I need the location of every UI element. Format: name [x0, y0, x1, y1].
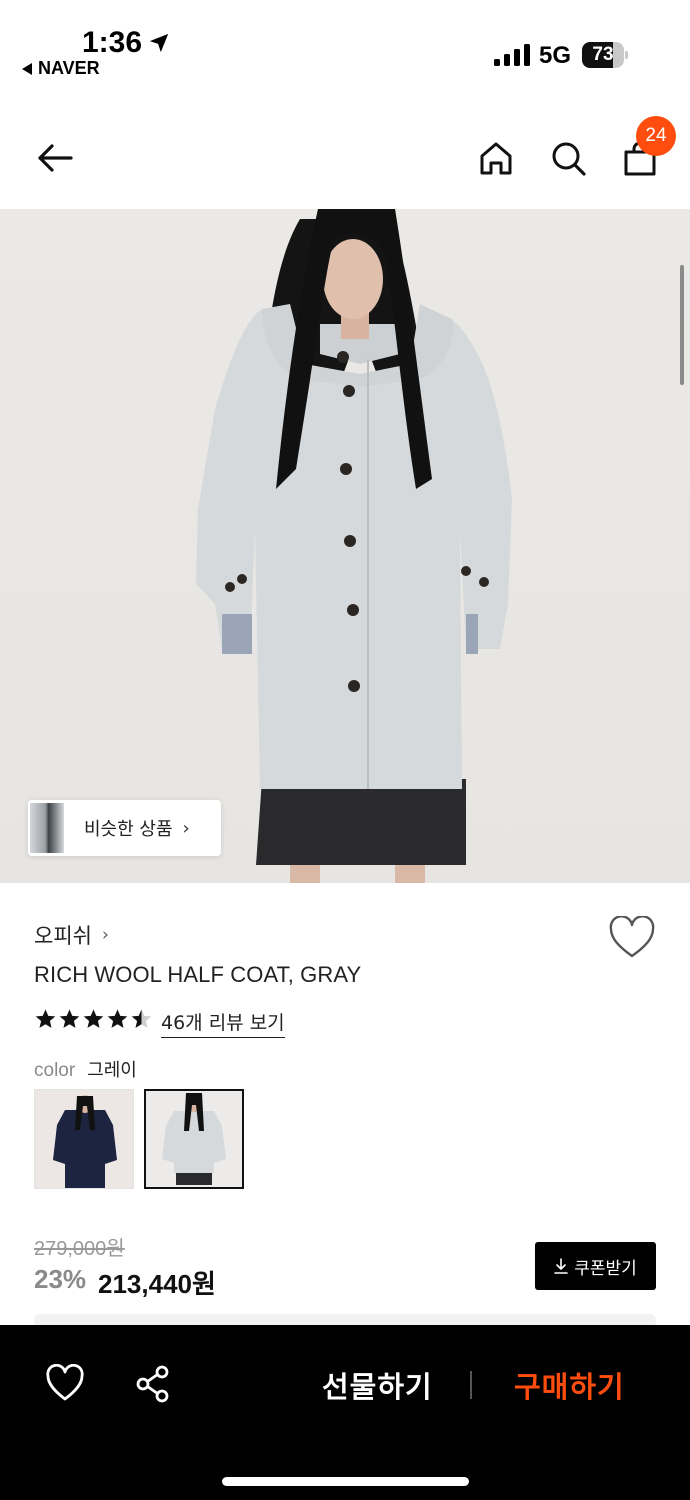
home-icon: [480, 142, 512, 175]
star-icon: [131, 1009, 152, 1028]
back-button[interactable]: [33, 136, 77, 180]
bottom-action-bar: [0, 1325, 690, 1500]
coupon-label: 쿠폰받기: [574, 1258, 637, 1279]
coupon-download-button[interactable]: 쿠폰받기: [535, 1242, 656, 1290]
wishlist-heart-icon[interactable]: [608, 916, 656, 960]
search-button[interactable]: [546, 136, 590, 180]
download-icon: [554, 1258, 569, 1274]
cart-count-badge: 24: [636, 116, 676, 156]
status-bar: 1:36 NAVER 5G 73: [0, 0, 690, 90]
image-scroll-indicator[interactable]: [680, 265, 684, 385]
back-app-label: NAVER: [38, 58, 100, 78]
similar-products-button[interactable]: 비슷한 상품 ›: [28, 800, 221, 856]
star-icon: [107, 1009, 128, 1028]
back-triangle-icon: [22, 62, 32, 75]
back-to-app-link[interactable]: NAVER: [22, 58, 100, 79]
status-time: 1:36: [82, 26, 143, 59]
similar-products-label: 비슷한 상품: [84, 819, 173, 840]
color-row: color 그레이: [34, 1056, 137, 1082]
battery-indicator: 73: [582, 42, 628, 68]
rating-stars: [34, 1008, 153, 1034]
star-icon: [59, 1009, 80, 1028]
brand-link[interactable]: 오피쉬 ›: [34, 920, 109, 950]
battery-level: 73: [592, 44, 614, 65]
original-price: 279,000원: [34, 1238, 125, 1260]
color-swatch-gray[interactable]: [144, 1089, 244, 1189]
home-indicator[interactable]: [222, 1477, 469, 1486]
similar-product-thumbnail: [30, 803, 64, 853]
heart-icon[interactable]: [45, 1364, 85, 1404]
buy-button[interactable]: 구매하기: [514, 1364, 625, 1406]
star-icon: [83, 1009, 104, 1028]
chevron-right-icon: ›: [182, 817, 190, 839]
bottom-bar-divider: [470, 1371, 472, 1399]
arrow-left-icon: [38, 144, 73, 172]
review-link[interactable]: 46개 리뷰 보기: [161, 1008, 285, 1038]
home-button[interactable]: [474, 136, 518, 180]
location-arrow-icon: [149, 33, 169, 53]
gift-button[interactable]: 선물하기: [322, 1364, 433, 1406]
product-image[interactable]: [0, 209, 690, 883]
model-coat-illustration: [196, 209, 512, 883]
chevron-right-icon: ›: [101, 925, 109, 945]
search-icon: [552, 142, 586, 176]
network-type: 5G: [539, 42, 572, 69]
discount-rate: 23%: [34, 1264, 87, 1294]
share-icon[interactable]: [133, 1364, 173, 1404]
product-name: RICH WOOL HALF COAT, GRAY: [34, 962, 362, 987]
signal-icon: [494, 44, 530, 66]
color-label: color: [34, 1060, 76, 1081]
brand-name: 오피쉬: [34, 924, 92, 948]
star-icon: [35, 1009, 56, 1028]
top-navigation: [0, 100, 690, 210]
sale-price: 213,440원: [98, 1269, 216, 1299]
selected-color-value: 그레이: [87, 1060, 137, 1081]
color-swatch-navy[interactable]: [34, 1089, 134, 1189]
